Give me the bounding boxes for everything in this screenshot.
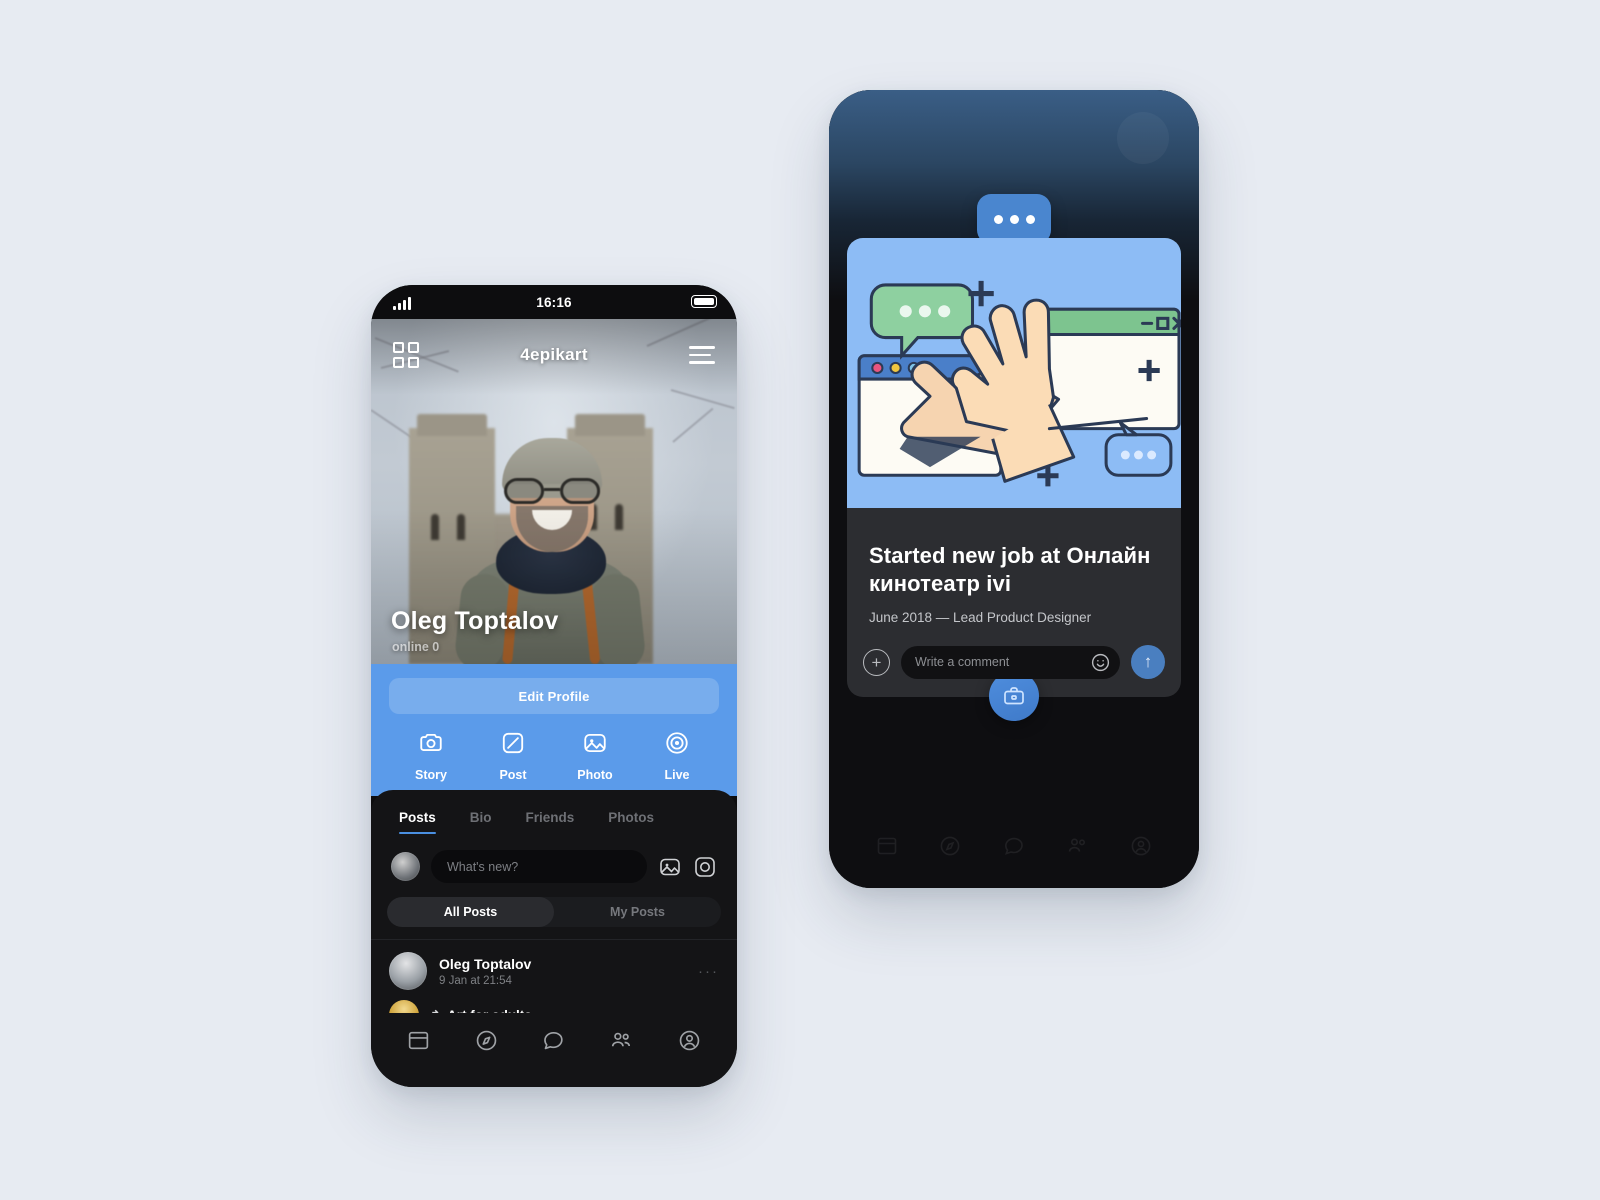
profile-actions-panel: Edit Profile Story Post Photo Live [371,664,737,796]
bottom-navigation [829,818,1199,878]
profile-tabs: Posts Bio Friends Photos [371,790,737,834]
send-comment-button[interactable]: ↑ [1131,645,1165,680]
quick-action-live[interactable]: Live [641,730,713,782]
avatar [389,952,427,990]
post-title: Started new job at Онлайн кинотеатр ivi [869,543,1151,597]
job-post-card: Started new job at Онлайн кинотеатр ivi … [847,194,1181,722]
nav-profile-icon[interactable] [677,1028,702,1058]
signal-bars-icon [393,297,411,310]
edit-square-icon [500,730,526,761]
briefcase-icon [989,671,1039,722]
nav-compass-icon[interactable] [938,834,962,863]
post-list-item[interactable]: Oleg Toptalov 9 Jan at 21:54 ··· [371,940,737,990]
quick-action-story[interactable]: Story [395,730,467,782]
more-dots-icon[interactable]: ··· [698,963,719,980]
quick-actions-row: Story Post Photo Live [389,714,719,788]
post-subtitle: June 2018 — Lead Product Designer [869,610,1092,626]
filter-my-posts[interactable]: My Posts [554,897,721,927]
tab-photos[interactable]: Photos [608,810,654,834]
live-target-icon [664,730,690,761]
nav-chat-icon[interactable] [541,1028,566,1058]
post-timestamp: 9 Jan at 21:54 [439,974,512,987]
feed-filter-segment: All Posts My Posts [387,897,721,927]
nav-compass-icon[interactable] [474,1028,499,1058]
job-post-body: Started new job at Онлайн кинотеатр ivi … [847,508,1181,625]
left-phone-mockup: 16:16 4epikart Oleg Toptalov online 0 Ed… [371,285,737,1087]
quick-action-label: Live [664,768,690,782]
nav-friends-icon[interactable] [609,1028,634,1058]
filter-all-posts[interactable]: All Posts [387,897,554,927]
plus-circle-icon[interactable]: + [863,648,890,676]
tab-posts[interactable]: Posts [399,810,436,834]
status-bar: 16:16 [371,285,737,319]
post-author: Oleg Toptalov [439,955,532,972]
quick-action-photo[interactable]: Photo [559,730,631,782]
hamburger-menu-icon[interactable] [688,346,715,364]
image-icon[interactable] [658,855,682,879]
qr-code-icon[interactable] [393,342,419,368]
app-title: 4epikart [520,345,588,364]
high-five-hands-illustration [847,238,1181,508]
profile-content-sheet: Posts Bio Friends Photos What's new? All… [371,790,737,1030]
smiley-icon[interactable] [1090,652,1111,673]
nav-feed-icon[interactable] [406,1028,431,1058]
camera-icon [418,730,444,761]
canvas: 16:16 4epikart Oleg Toptalov online 0 Ed… [0,0,1600,1200]
image-icon [582,730,608,761]
battery-full-icon [691,295,717,308]
tab-bio[interactable]: Bio [470,810,492,834]
profile-status: online 0 [392,640,440,654]
decorative-bubble [1117,112,1169,164]
comment-input[interactable]: Write a comment [901,645,1120,679]
nav-chat-icon[interactable] [1002,834,1026,863]
quick-action-label: Post [499,768,527,782]
right-phone-mockup: Started new job at Онлайн кинотеатр ivi … [829,90,1199,888]
composer-input[interactable]: What's new? [431,850,647,883]
chat-dots-icon [977,194,1051,253]
camera-icon[interactable] [693,855,717,879]
quick-action-post[interactable]: Post [477,730,549,782]
nav-profile-icon[interactable] [1129,834,1153,863]
quick-action-label: Photo [577,768,613,782]
nav-friends-icon[interactable] [1066,834,1090,863]
status-bar-time: 16:16 [536,294,572,310]
post-composer: What's new? [371,834,737,893]
avatar [391,852,420,881]
tab-friends[interactable]: Friends [526,810,575,834]
profile-cover-photo: 4epikart Oleg Toptalov online 0 [371,319,737,664]
profile-name: Oleg Toptalov [391,607,559,635]
quick-action-label: Story [415,768,447,782]
comment-placeholder: Write a comment [915,655,1010,670]
edit-profile-button[interactable]: Edit Profile [389,678,719,714]
bottom-navigation [371,1013,737,1087]
nav-feed-icon[interactable] [875,834,899,863]
